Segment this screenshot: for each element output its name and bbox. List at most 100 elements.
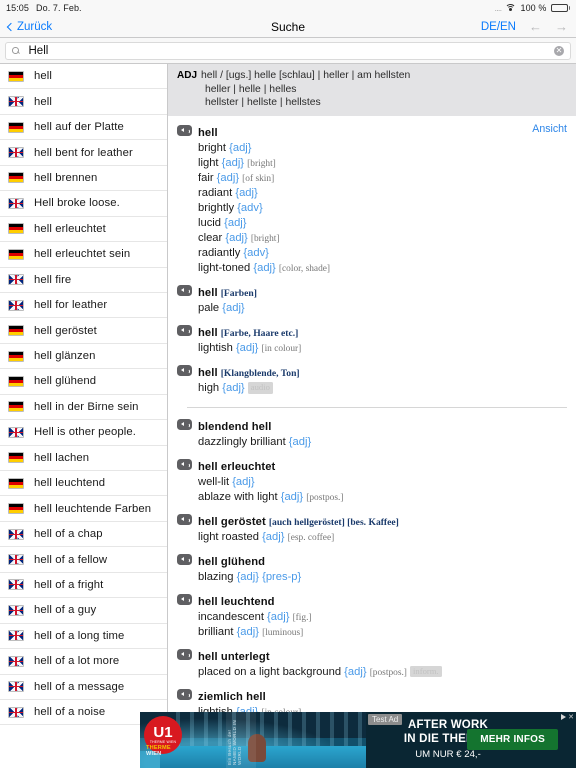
speaker-icon[interactable] bbox=[177, 325, 192, 337]
flag-uk-icon bbox=[8, 579, 24, 591]
speaker-icon[interactable] bbox=[177, 365, 192, 377]
dictionary-entry: hell geröstet [auch hellgeröstet] [bes. K… bbox=[177, 509, 567, 549]
list-item[interactable]: hell bbox=[0, 89, 167, 115]
clear-search-button[interactable]: ✕ bbox=[554, 45, 564, 56]
list-item[interactable]: hell in der Birne sein bbox=[0, 395, 167, 421]
entry-header: hell unterlegt bbox=[177, 647, 567, 665]
list-item[interactable]: hell bbox=[0, 64, 167, 90]
list-item[interactable]: hell brennen bbox=[0, 166, 167, 192]
list-item[interactable]: hell leuchtende Farben bbox=[0, 496, 167, 522]
list-item-label: hell leuchtende Farben bbox=[34, 502, 152, 515]
flag-de-icon bbox=[8, 172, 24, 184]
flag-uk-icon bbox=[8, 96, 24, 108]
translation-row: light {adj} [bright] bbox=[177, 156, 567, 171]
translation-row: dazzlingly brilliant {adj} bbox=[177, 435, 567, 450]
translation-text: light-toned bbox=[198, 262, 251, 275]
pos-tag: {adj} bbox=[253, 262, 276, 275]
list-item[interactable]: hell of a chap bbox=[0, 522, 167, 548]
pos-tag: {adj} bbox=[221, 157, 245, 170]
usage-note: [luminous] bbox=[262, 627, 304, 638]
speaker-icon[interactable] bbox=[177, 125, 192, 137]
ad-cta-button[interactable]: MEHR INFOS bbox=[467, 729, 558, 750]
advertisement-banner[interactable]: Ein Besuch der NAMED WORLD IN WORLD U1 TH… bbox=[140, 712, 576, 768]
translation-text: blazing bbox=[198, 570, 234, 583]
translation-text: dazzlingly brilliant bbox=[198, 435, 286, 448]
translation-text: bright bbox=[198, 142, 226, 155]
speaker-icon[interactable] bbox=[177, 418, 192, 430]
translation-row: lucid {adj} bbox=[177, 216, 567, 231]
search-input-value: Hell bbox=[28, 44, 49, 57]
list-item[interactable]: hell erleuchtet sein bbox=[0, 242, 167, 268]
flag-de-icon bbox=[8, 401, 24, 413]
list-item-label: hell erleuchtet sein bbox=[34, 248, 131, 261]
translation-row: radiantly {adv} bbox=[177, 246, 567, 261]
translation-text: radiant bbox=[198, 187, 233, 200]
flag-de-icon bbox=[8, 503, 24, 515]
pos-tag: {adj} bbox=[288, 435, 312, 448]
list-item[interactable]: hell leuchtend bbox=[0, 471, 167, 497]
ad-choices-icon[interactable]: ✕ bbox=[561, 713, 574, 721]
speaker-icon[interactable] bbox=[177, 688, 192, 700]
list-item-label: Hell broke loose. bbox=[34, 197, 120, 210]
inflection-line-3: hellster | hellste | hellstes bbox=[205, 97, 321, 109]
list-item-label: hell geröstet bbox=[34, 324, 97, 337]
history-back-icon[interactable]: ← bbox=[529, 20, 542, 33]
list-item[interactable]: hell lachen bbox=[0, 446, 167, 471]
list-item[interactable]: hell of a message bbox=[0, 675, 167, 700]
pos-tag: {adj} bbox=[344, 665, 367, 678]
search-input[interactable]: Hell ✕ bbox=[5, 41, 571, 60]
translation-text: brightly bbox=[198, 202, 235, 215]
back-button[interactable]: Zurück bbox=[6, 21, 52, 33]
list-item[interactable]: hell of a fright bbox=[0, 573, 167, 599]
entry-header: hell Ansicht bbox=[177, 123, 567, 141]
status-time: 15:05 bbox=[6, 3, 30, 13]
list-item[interactable]: hell of a fellow bbox=[0, 547, 167, 573]
list-item[interactable]: hell of a guy bbox=[0, 598, 167, 624]
list-item[interactable]: hell glänzen bbox=[0, 344, 167, 370]
language-toggle-button[interactable]: DE/EN bbox=[481, 21, 516, 33]
flag-uk-icon bbox=[8, 630, 24, 642]
speaker-icon[interactable] bbox=[177, 458, 192, 470]
pos-tag: {adj} bbox=[216, 172, 240, 185]
list-item[interactable]: hell for leather bbox=[0, 293, 167, 319]
list-item[interactable]: hell glühend bbox=[0, 369, 167, 395]
list-item[interactable]: hell of a long time bbox=[0, 624, 167, 650]
list-item-label: hell glühend bbox=[34, 375, 97, 388]
pos-tag: {adj} bbox=[224, 217, 247, 230]
pos-tag: {adj} bbox=[236, 625, 259, 638]
list-item-label: hell of a chap bbox=[34, 528, 103, 541]
ad-line-3: UM NUR € 24,- bbox=[415, 749, 481, 761]
ad-close-icon[interactable]: ✕ bbox=[568, 713, 574, 721]
list-item-label: Hell is other people. bbox=[34, 426, 136, 439]
usage-note: [color, shade] bbox=[278, 264, 331, 275]
view-link[interactable]: Ansicht bbox=[532, 123, 567, 135]
flag-uk-icon bbox=[8, 706, 24, 718]
translation-text: incandescent bbox=[198, 610, 264, 623]
speaker-icon[interactable] bbox=[177, 593, 192, 605]
section-divider bbox=[187, 407, 567, 408]
list-item[interactable]: hell erleuchtet bbox=[0, 217, 167, 243]
list-item[interactable]: hell fire bbox=[0, 268, 167, 293]
speaker-icon[interactable] bbox=[177, 553, 192, 565]
list-item[interactable]: hell of a lot more bbox=[0, 649, 167, 675]
results-sidebar[interactable]: hell hell hell auf der Platte hell bent for… bbox=[0, 64, 168, 768]
flag-uk-icon bbox=[8, 147, 24, 159]
list-item[interactable]: hell geröstet bbox=[0, 318, 167, 344]
search-bar: Hell ✕ bbox=[0, 38, 576, 64]
speaker-icon[interactable] bbox=[177, 285, 192, 297]
translation-text: light bbox=[198, 157, 219, 170]
list-item[interactable]: hell auf der Platte bbox=[0, 115, 167, 141]
list-item[interactable]: Hell broke loose. bbox=[0, 191, 167, 217]
entry-headword: hell bbox=[198, 327, 218, 340]
list-item[interactable]: Hell is other people. bbox=[0, 420, 167, 446]
speaker-icon[interactable] bbox=[177, 513, 192, 525]
speaker-icon[interactable] bbox=[177, 648, 192, 660]
list-item[interactable]: hell bent for leather bbox=[0, 140, 167, 166]
translation-row: lightish {adj} [in colour] bbox=[177, 341, 567, 356]
history-forward-icon[interactable]: → bbox=[555, 20, 568, 33]
list-item-label: hell brennen bbox=[34, 171, 98, 184]
translation-row: incandescent {adj} [fig.] bbox=[177, 610, 567, 625]
list-item-label: hell bbox=[34, 70, 52, 83]
translation-row: clear {adj} [bright] bbox=[177, 231, 567, 246]
list-item-label: hell of a long time bbox=[34, 629, 125, 642]
